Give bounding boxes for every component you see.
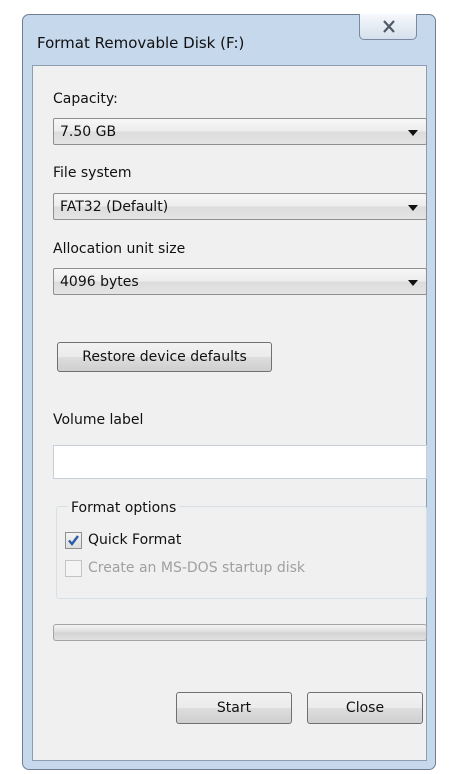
restore-defaults-button[interactable]: Restore device defaults — [57, 342, 272, 372]
allocation-label: Allocation unit size — [53, 241, 186, 257]
msdos-startup-label: Create an MS-DOS startup disk — [88, 560, 306, 576]
window-title: Format Removable Disk (F:) — [37, 34, 245, 52]
msdos-startup-checkbox — [65, 560, 82, 577]
close-icon — [383, 20, 395, 33]
chevron-down-icon — [408, 130, 418, 136]
allocation-value: 4096 bytes — [60, 274, 139, 290]
quick-format-checkbox[interactable] — [65, 532, 82, 549]
chevron-down-icon — [408, 280, 418, 286]
quick-format-label[interactable]: Quick Format — [88, 532, 181, 548]
window-close-button[interactable] — [359, 14, 417, 40]
volume-label-input[interactable] — [53, 445, 427, 479]
file-system-select[interactable]: FAT32 (Default) — [53, 193, 427, 220]
file-system-value: FAT32 (Default) — [60, 199, 169, 215]
title-bar[interactable]: Format Removable Disk (F:) — [23, 14, 435, 65]
progress-bar — [53, 624, 427, 641]
format-dialog: Format Removable Disk (F:) Capacity: 7.5… — [22, 14, 436, 770]
capacity-select[interactable]: 7.50 GB — [53, 118, 427, 145]
allocation-select[interactable]: 4096 bytes — [53, 268, 427, 295]
capacity-label: Capacity: — [53, 91, 118, 107]
file-system-label: File system — [53, 165, 132, 181]
format-options-title: Format options — [68, 500, 180, 516]
format-options-group — [56, 506, 427, 599]
check-icon — [68, 535, 79, 546]
start-button[interactable]: Start — [176, 692, 292, 724]
chevron-down-icon — [408, 205, 418, 211]
volume-label-label: Volume label — [53, 412, 144, 428]
close-button[interactable]: Close — [307, 692, 423, 724]
dialog-body: Capacity: 7.50 GB File system FAT32 (Def… — [32, 65, 427, 761]
capacity-value: 7.50 GB — [60, 124, 117, 140]
